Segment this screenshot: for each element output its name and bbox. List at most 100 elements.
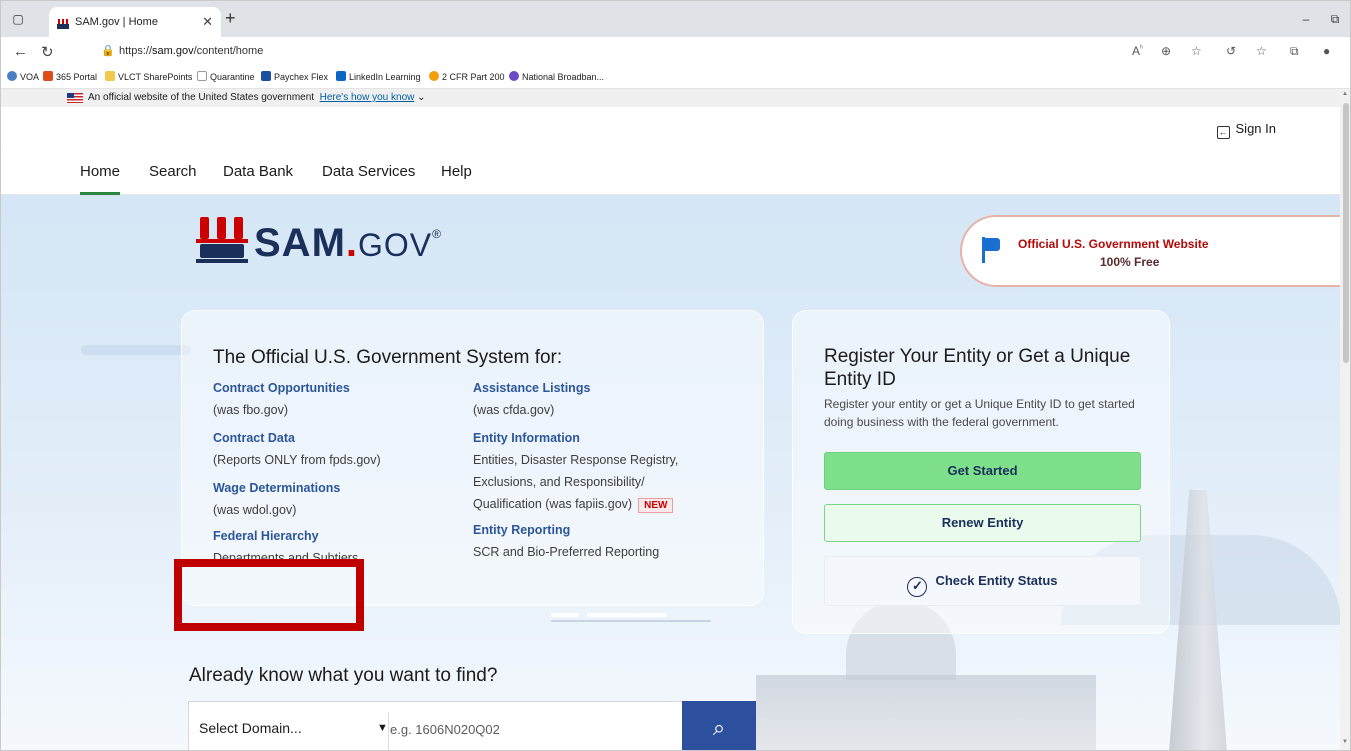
favorite-2cfr[interactable]: 2 CFR Part 200 (429, 71, 505, 82)
gov-banner-text: An official website of the United States… (88, 92, 426, 103)
logo-wordmark: SAM.GOV® (254, 221, 442, 265)
register-title: Register Your Entity or Get a Unique Ent… (824, 346, 1131, 390)
wage-determinations-sub: (was wdol.gov) (213, 503, 297, 517)
favorite-quarantine[interactable]: Quarantine (197, 71, 255, 82)
hero-section: SAM.GOV® Official U.S. Government Websit… (1, 195, 1340, 750)
refresh-icon[interactable]: ↻ (41, 43, 54, 61)
favorite-vlct-sharepoints[interactable]: VLCT SharePoints (105, 71, 192, 82)
entity-reporting-link[interactable]: Entity Reporting (473, 523, 570, 537)
sign-in-icon: ← (1216, 126, 1230, 139)
check-entity-status-button[interactable]: ✓ Check Entity Status (824, 556, 1141, 606)
caret-down-icon[interactable]: ▼ (377, 722, 388, 734)
address-bar-row: ← ↻ 🔒 https://sam.gov/content/home Aʰ ⊕ … (1, 37, 1350, 67)
get-started-button[interactable]: Get Started (824, 452, 1141, 490)
nav-data-services[interactable]: Data Services (322, 163, 415, 180)
restore-icon[interactable]: ⧉ (1326, 11, 1344, 27)
entity-information-sub3: Qualification (was fapiis.gov) NEW (473, 497, 674, 513)
uncle-sam-hat-icon (196, 217, 248, 263)
cloud-decoration (81, 345, 191, 355)
favorite-star-icon[interactable]: ☆ (1191, 44, 1202, 58)
entity-reporting-sub: SCR and Bio-Preferred Reporting (473, 545, 660, 559)
chevron-down-icon[interactable]: ⌄ (417, 92, 425, 103)
collections-icon[interactable]: ⧉ (1290, 44, 1299, 59)
top-bar: ← Sign In (1, 107, 1340, 151)
find-title: Already know what you want to find? (189, 665, 498, 686)
search-input[interactable] (389, 714, 679, 744)
globe-icon (7, 71, 17, 81)
tab-strip: ▢ SAM.gov | Home ✕ + – ⧉ (1, 1, 1350, 37)
nav-home[interactable]: Home (80, 163, 121, 195)
globe-icon (509, 71, 519, 81)
contract-data-sub: (Reports ONLY from fpds.gov) (213, 453, 381, 467)
how-you-know-link[interactable]: Here's how you know (320, 92, 415, 103)
scroll-down-icon[interactable]: ▼ (1342, 739, 1348, 745)
tab-title: SAM.gov | Home (75, 16, 158, 28)
scroll-thumb[interactable] (1343, 103, 1349, 363)
domain-select[interactable]: Select Domain... (199, 720, 302, 736)
sam-favicon-icon (57, 16, 69, 29)
official-badge-subtitle: 100% Free (1100, 255, 1160, 269)
check-circle-icon: ✓ (907, 577, 928, 597)
search-bar: Select Domain... ▼ ⌕ (188, 701, 756, 750)
wage-determinations-highlight (174, 559, 364, 631)
back-icon[interactable]: ← (13, 43, 28, 60)
entity-information-sub2: Exclusions, and Responsibility/ (473, 475, 645, 489)
search-button[interactable]: ⌕ (682, 701, 756, 750)
assistance-listings-link[interactable]: Assistance Listings (473, 381, 590, 395)
favorites-bar: VOA 365 Portal VLCT SharePoints Quaranti… (1, 67, 1350, 89)
entity-information-link[interactable]: Entity Information (473, 431, 580, 445)
refresh-extension-icon[interactable]: ↺ (1226, 44, 1236, 58)
page-viewport: An official website of the United States… (1, 89, 1340, 750)
favorite-linkedin-learning[interactable]: LinkedIn Learning (336, 71, 421, 82)
page-scrollbar[interactable]: ▲ ▼ (1340, 89, 1350, 750)
lock-icon: 🔒 (101, 45, 115, 57)
assistance-listings-sub: (was cfda.gov) (473, 403, 555, 417)
nav-data-bank[interactable]: Data Bank (223, 163, 293, 180)
page-icon (197, 71, 207, 81)
paychex-icon (261, 71, 271, 81)
search-icon: ⌕ (712, 715, 726, 740)
tab-close-icon[interactable]: ✕ (202, 14, 213, 30)
sign-in-button[interactable]: ← Sign In (1216, 121, 1276, 139)
carousel-indicator[interactable] (551, 610, 711, 622)
wage-determinations-link[interactable]: Wage Determinations (213, 481, 340, 495)
entity-information-sub1: Entities, Disaster Response Registry, (473, 453, 679, 467)
official-website-badge: Official U.S. Government Website 100% Fr… (960, 215, 1340, 287)
linkedin-icon (336, 71, 346, 81)
scroll-up-icon[interactable]: ▲ (1342, 91, 1348, 97)
url-field[interactable]: 🔒 https://sam.gov/content/home (95, 41, 1095, 63)
federal-hierarchy-link[interactable]: Federal Hierarchy (213, 529, 319, 543)
tab-actions-icon[interactable]: ▢ (9, 11, 27, 27)
favorite-voa[interactable]: VOA (7, 71, 39, 82)
renew-entity-button[interactable]: Renew Entity (824, 504, 1141, 542)
browser-tab[interactable]: SAM.gov | Home ✕ (49, 7, 221, 37)
nav-search[interactable]: Search (149, 163, 197, 180)
favorite-national-broadband[interactable]: National Broadban... (509, 71, 604, 82)
minimize-icon[interactable]: – (1297, 11, 1315, 27)
register-card: Register Your Entity or Get a Unique Ent… (792, 310, 1170, 634)
office-icon (43, 71, 53, 81)
register-description: Register your entity or get a Unique Ent… (824, 397, 1135, 429)
flag-icon (982, 237, 1000, 263)
new-badge: NEW (638, 498, 674, 513)
read-aloud-icon[interactable]: Aʰ (1132, 44, 1143, 58)
profile-icon[interactable]: ● (1323, 44, 1330, 58)
main-nav: Home Search Data Bank Data Services Help (1, 151, 1340, 195)
folder-icon (105, 71, 115, 81)
zoom-icon[interactable]: ⊕ (1161, 44, 1171, 58)
capitol-building-decoration (756, 675, 1096, 750)
browser-window: ▢ SAM.gov | Home ✕ + – ⧉ ← ↻ 🔒 https://s… (0, 0, 1351, 751)
gov-banner: An official website of the United States… (1, 89, 1340, 107)
favorite-paychex[interactable]: Paychex Flex (261, 71, 328, 82)
contract-data-link[interactable]: Contract Data (213, 431, 295, 445)
favorite-365-portal[interactable]: 365 Portal (43, 71, 97, 82)
system-card-title: The Official U.S. Government System for: (213, 347, 563, 368)
circle-icon (429, 71, 439, 81)
contract-opportunities-sub: (was fbo.gov) (213, 403, 289, 417)
new-tab-icon[interactable]: + (225, 8, 236, 29)
nav-help[interactable]: Help (441, 163, 472, 180)
url-text: https://sam.gov/content/home (119, 45, 264, 57)
contract-opportunities-link[interactable]: Contract Opportunities (213, 381, 350, 395)
favorites-icon[interactable]: ☆ (1256, 44, 1267, 58)
official-badge-title: Official U.S. Government Website (1018, 237, 1209, 251)
